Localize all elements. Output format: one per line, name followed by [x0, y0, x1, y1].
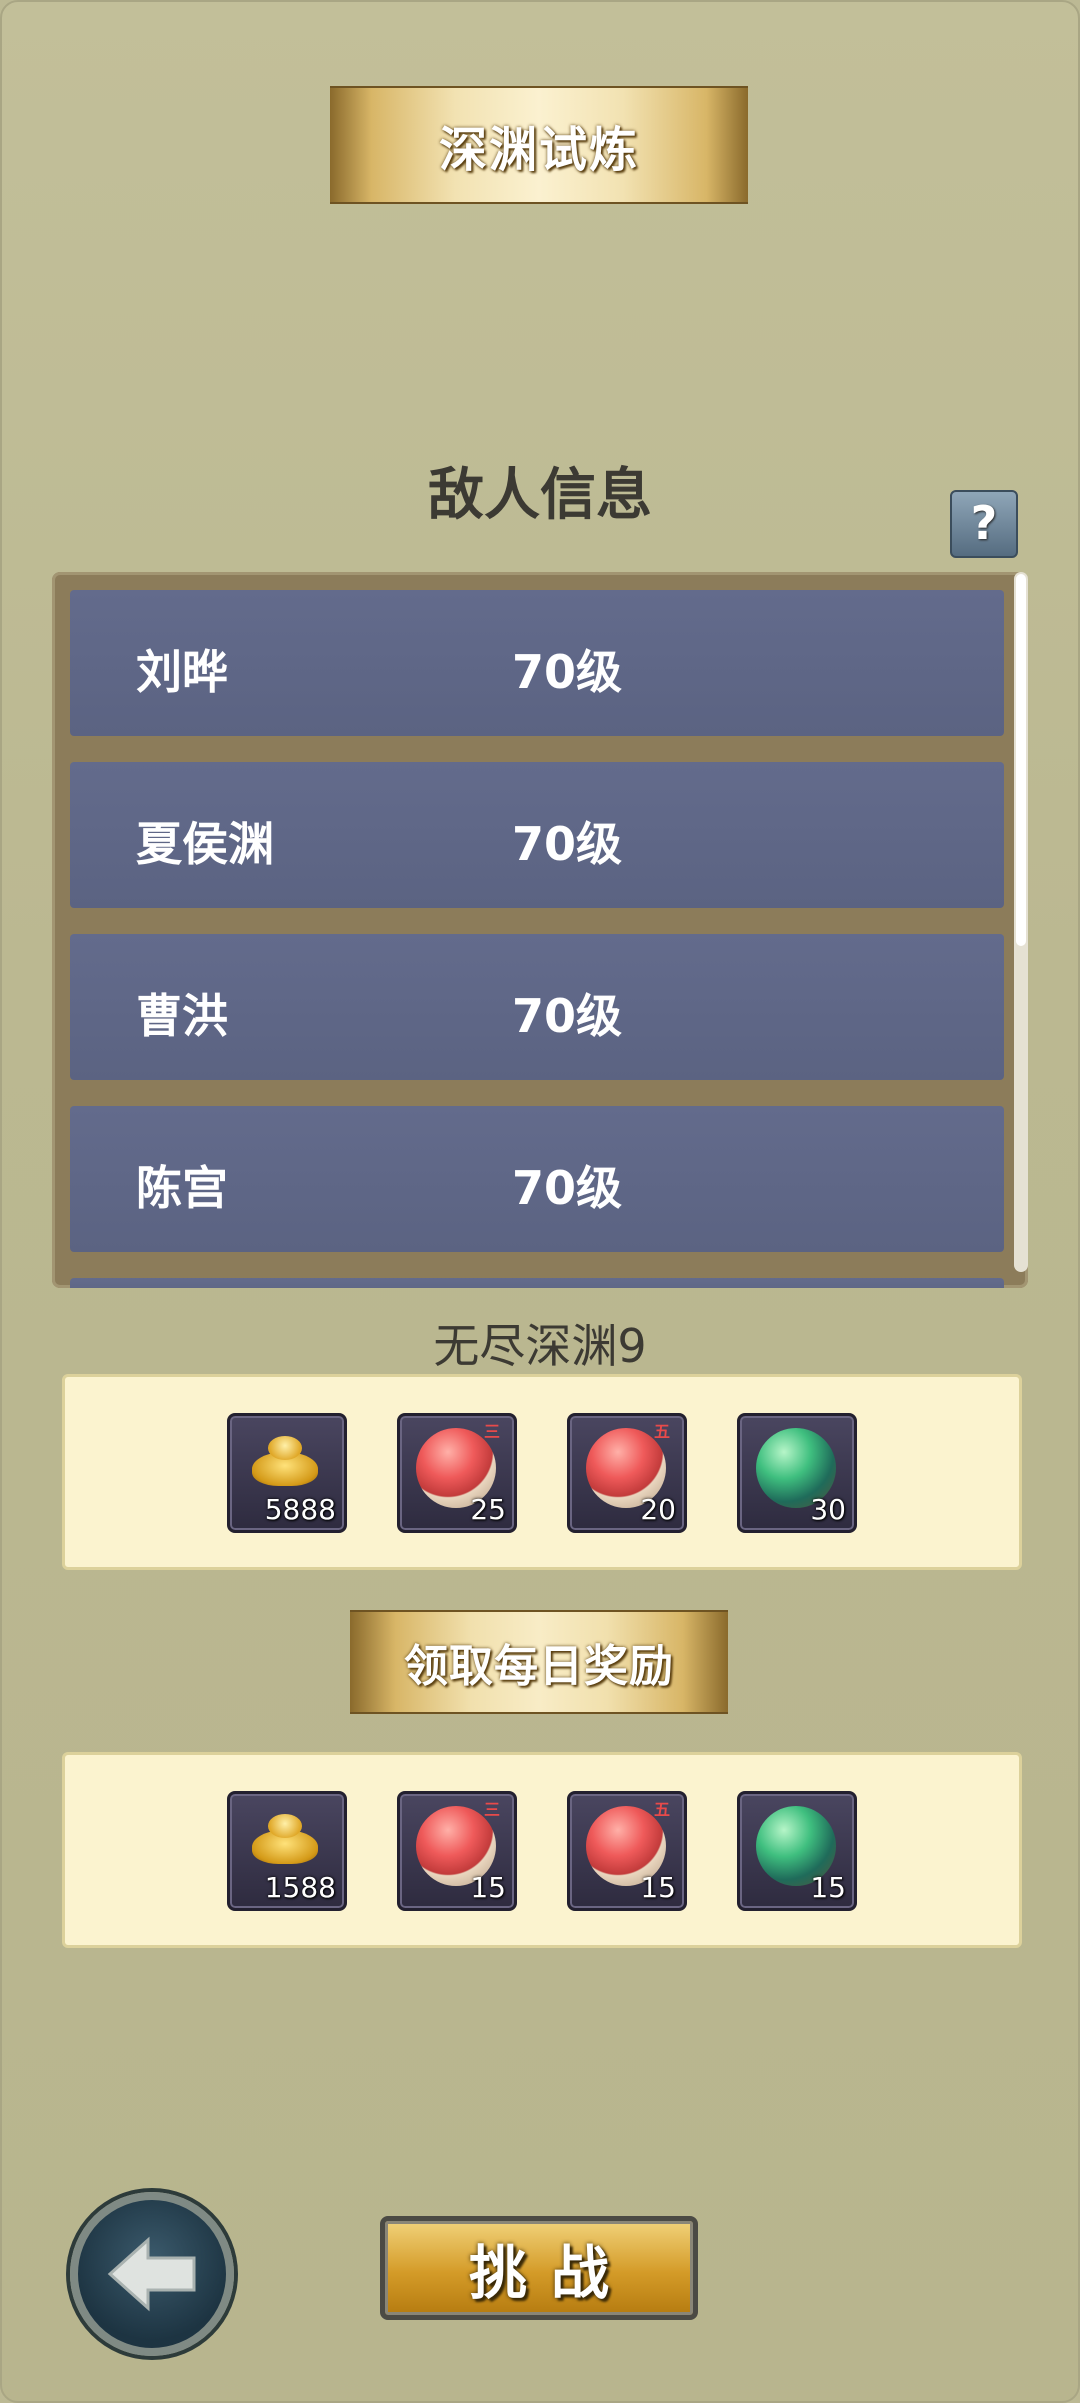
enemy-name: 陈宫	[136, 1161, 228, 1215]
enemy-level: 70级	[512, 645, 623, 699]
scrollbar-thumb[interactable]	[1016, 574, 1026, 946]
gold-ingot-icon	[252, 1814, 318, 1864]
enemy-level: 70级	[512, 989, 623, 1043]
reward-item[interactable]: 三 25	[397, 1413, 517, 1533]
enemy-row-partial[interactable]	[70, 1278, 1004, 1288]
enemy-level: 70级	[512, 1161, 623, 1215]
claim-daily-reward-label: 领取每日奖励	[404, 1641, 674, 1692]
enemy-level: 70级	[512, 817, 623, 871]
enemy-list[interactable]: 刘晔 70级 夏侯渊 70级 曹洪 70级 陈宫 70级	[52, 572, 1028, 1288]
stage-title: 无尽深渊9	[433, 1319, 647, 1373]
reward-count: 20	[640, 1493, 676, 1526]
enemy-row[interactable]: 夏侯渊 70级	[70, 762, 1004, 908]
reward-item[interactable]: 15	[737, 1791, 857, 1911]
reward-item[interactable]: 三 15	[397, 1791, 517, 1911]
reward-count: 30	[810, 1493, 846, 1526]
reward-count: 15	[810, 1871, 846, 1904]
challenge-button[interactable]: 挑战	[380, 2216, 698, 2320]
enemy-row[interactable]: 陈宫 70级	[70, 1106, 1004, 1252]
enemy-row[interactable]: 刘晔 70级	[70, 590, 1004, 736]
stage-rewards: 5888 三 25 五 20 30	[62, 1374, 1022, 1570]
enemy-name: 夏侯渊	[136, 817, 274, 871]
reward-item[interactable]: 1588	[227, 1791, 347, 1911]
reward-item[interactable]: 30	[737, 1413, 857, 1533]
challenge-label: 挑战	[468, 2239, 633, 2307]
enemy-name: 刘晔	[136, 645, 228, 699]
enemy-name: 曹洪	[136, 989, 228, 1043]
reward-item[interactable]: 5888	[227, 1413, 347, 1533]
page-title-banner: 深渊试炼	[330, 86, 748, 204]
reward-count: 5888	[264, 1493, 336, 1526]
daily-rewards: 1588 三 15 五 15 15	[62, 1752, 1022, 1948]
reward-count: 15	[640, 1871, 676, 1904]
reward-item[interactable]: 五 20	[567, 1413, 687, 1533]
reward-item[interactable]: 五 15	[567, 1791, 687, 1911]
page-title: 深渊试炼	[438, 122, 639, 178]
enemy-info-heading: 敌人信息	[428, 463, 652, 528]
gold-ingot-icon	[252, 1436, 318, 1486]
back-arrow-icon	[107, 2236, 196, 2312]
reward-count: 25	[470, 1493, 506, 1526]
enemy-row[interactable]: 曹洪 70级	[70, 934, 1004, 1080]
reward-count: 1588	[264, 1871, 336, 1904]
back-button[interactable]	[70, 2192, 234, 2356]
help-button[interactable]: ?	[950, 490, 1018, 558]
claim-daily-reward-button[interactable]: 领取每日奖励	[350, 1610, 728, 1714]
reward-count: 15	[470, 1871, 506, 1904]
